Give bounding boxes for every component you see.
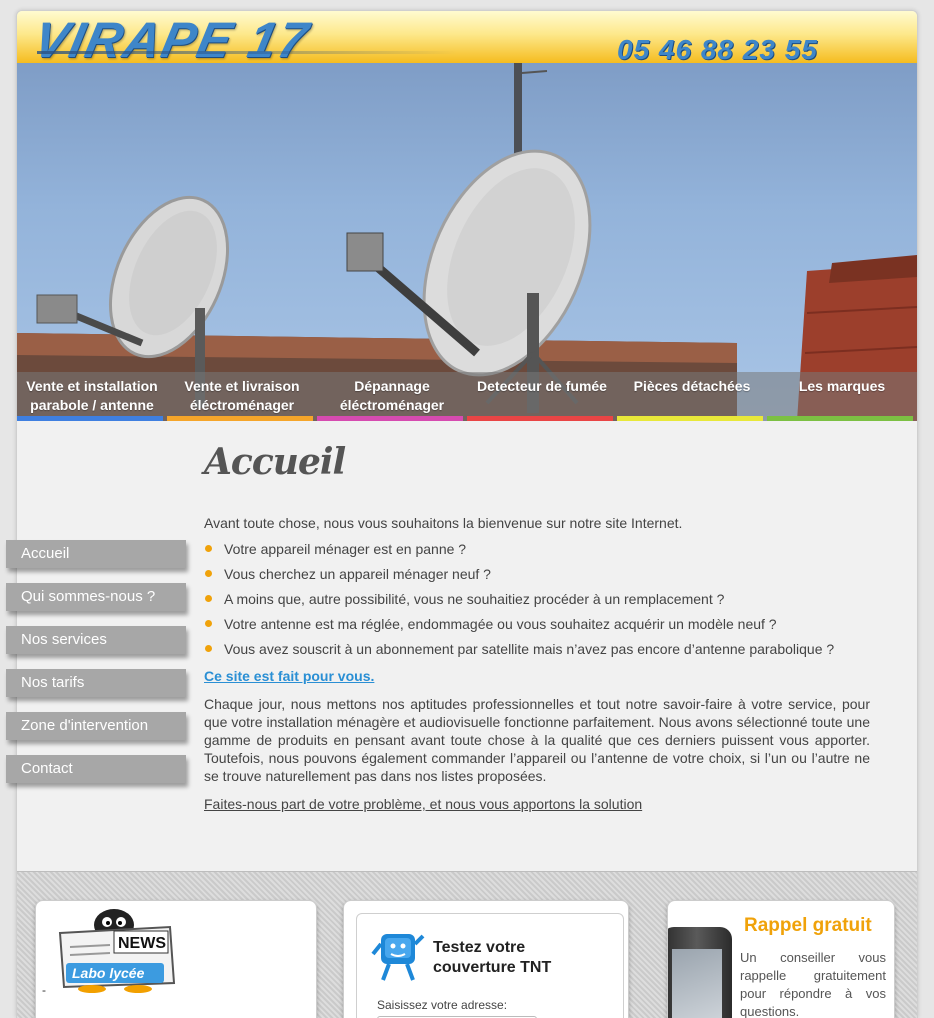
phone-image xyxy=(668,927,732,1018)
logo-swoosh xyxy=(37,51,457,54)
topnav-color-bar xyxy=(167,416,313,421)
news-text: - xyxy=(42,983,46,997)
topnav-item-label: Pièces détachées xyxy=(633,378,751,394)
side-menu: Accueil Qui sommes-nous ? Nos services N… xyxy=(6,540,188,798)
topnav-color-bar xyxy=(617,416,763,421)
topnav-item-parabole[interactable]: Vente et installation parabole / antenne xyxy=(17,372,167,421)
contact-cta-link[interactable]: Faites-nous part de votre problème, et n… xyxy=(204,796,642,812)
list-item: Vous cherchez un appareil ménager neuf ? xyxy=(204,565,870,583)
rappel-title: Rappel gratuit xyxy=(744,915,872,936)
tnt-widget: Testez votre couverture TNT Saisissez vo… xyxy=(356,913,624,1018)
topnav-color-bar xyxy=(767,416,913,421)
topnav-item-label: Detecteur de fumée xyxy=(477,378,607,394)
list-item: Vous avez souscrit à un abonnement par s… xyxy=(204,640,870,658)
footer-area: NEWS Labo lycée - Testez votre couvertur… xyxy=(17,871,917,1018)
main-content: Accueil Avant toute chose, nous vous sou… xyxy=(204,440,870,813)
topnav-item-label: Les marques xyxy=(798,378,886,394)
header-phone-number: 05 46 88 23 55 xyxy=(617,34,818,65)
news-penguin-icon: NEWS Labo lycée xyxy=(58,909,176,993)
tnt-title: Testez votre couverture TNT xyxy=(433,939,552,976)
topnav-item-label: Dépannage éléctroménager xyxy=(339,378,445,413)
sidemenu-item-qui-sommes-nous[interactable]: Qui sommes-nous ? xyxy=(6,583,186,611)
page-title: Accueil xyxy=(204,441,346,483)
sidemenu-item-nos-tarifs[interactable]: Nos tarifs xyxy=(6,669,186,697)
list-item: Votre antenne est ma réglée, endommagée … xyxy=(204,615,870,633)
list-item: A moins que, autre possibilité, vous ne … xyxy=(204,590,870,608)
tnt-mascot-icon xyxy=(371,934,425,981)
topnav-item-label: Vente et installation parabole / antenne xyxy=(26,378,158,413)
topnav-color-bar xyxy=(17,416,163,421)
sidemenu-item-nos-services[interactable]: Nos services xyxy=(6,626,186,654)
news-logo-subtitle: Labo lycée xyxy=(72,965,145,981)
sidemenu-item-accueil[interactable]: Accueil xyxy=(6,540,186,568)
phone-screen xyxy=(672,949,722,1018)
topnav-item-detecteur[interactable]: Detecteur de fumée xyxy=(467,372,617,421)
list-item: Votre appareil ménager est en panne ? xyxy=(204,540,870,558)
bullet-list: Votre appareil ménager est en panne ? Vo… xyxy=(204,540,870,658)
topnav-item-electromenager[interactable]: Vente et livraison éléctroménager xyxy=(167,372,317,421)
topnav-color-bar xyxy=(317,416,463,421)
top-navigation: Vente et installation parabole / antenne… xyxy=(17,372,917,421)
topnav-item-pieces[interactable]: Pièces détachées xyxy=(617,372,767,421)
intro-text: Avant toute chose, nous vous souhaitons … xyxy=(204,515,683,531)
rappel-box[interactable]: Rappel gratuit Un conseiller vous rappel… xyxy=(667,900,895,1018)
topnav-item-label: Vente et livraison éléctroménager xyxy=(184,378,300,413)
news-logo-title: NEWS xyxy=(118,935,166,952)
topnav-item-marques[interactable]: Les marques xyxy=(767,372,917,421)
tnt-address-label: Saisissez votre adresse: xyxy=(377,998,508,1012)
sidemenu-item-contact[interactable]: Contact xyxy=(6,755,186,783)
sidemenu-item-zone-intervention[interactable]: Zone d'intervention xyxy=(6,712,186,740)
callout-link[interactable]: Ce site est fait pour vous. xyxy=(204,667,374,685)
body-paragraph: Chaque jour, nous mettons nos aptitudes … xyxy=(204,696,870,784)
site-logo[interactable]: VIRAPE 17 xyxy=(29,12,315,68)
news-box[interactable]: NEWS Labo lycée - xyxy=(35,900,317,1018)
satellite-banner-image xyxy=(17,63,917,421)
rappel-text: Un conseiller vous rappelle gratuitement… xyxy=(740,950,886,1018)
site-header: VIRAPE 17 05 46 88 23 55 xyxy=(17,11,917,68)
topnav-color-bar xyxy=(467,416,613,421)
tnt-box: Testez votre couverture TNT Saisissez vo… xyxy=(343,900,629,1018)
topnav-item-depannage[interactable]: Dépannage éléctroménager xyxy=(317,372,467,421)
banner-image xyxy=(17,63,917,421)
